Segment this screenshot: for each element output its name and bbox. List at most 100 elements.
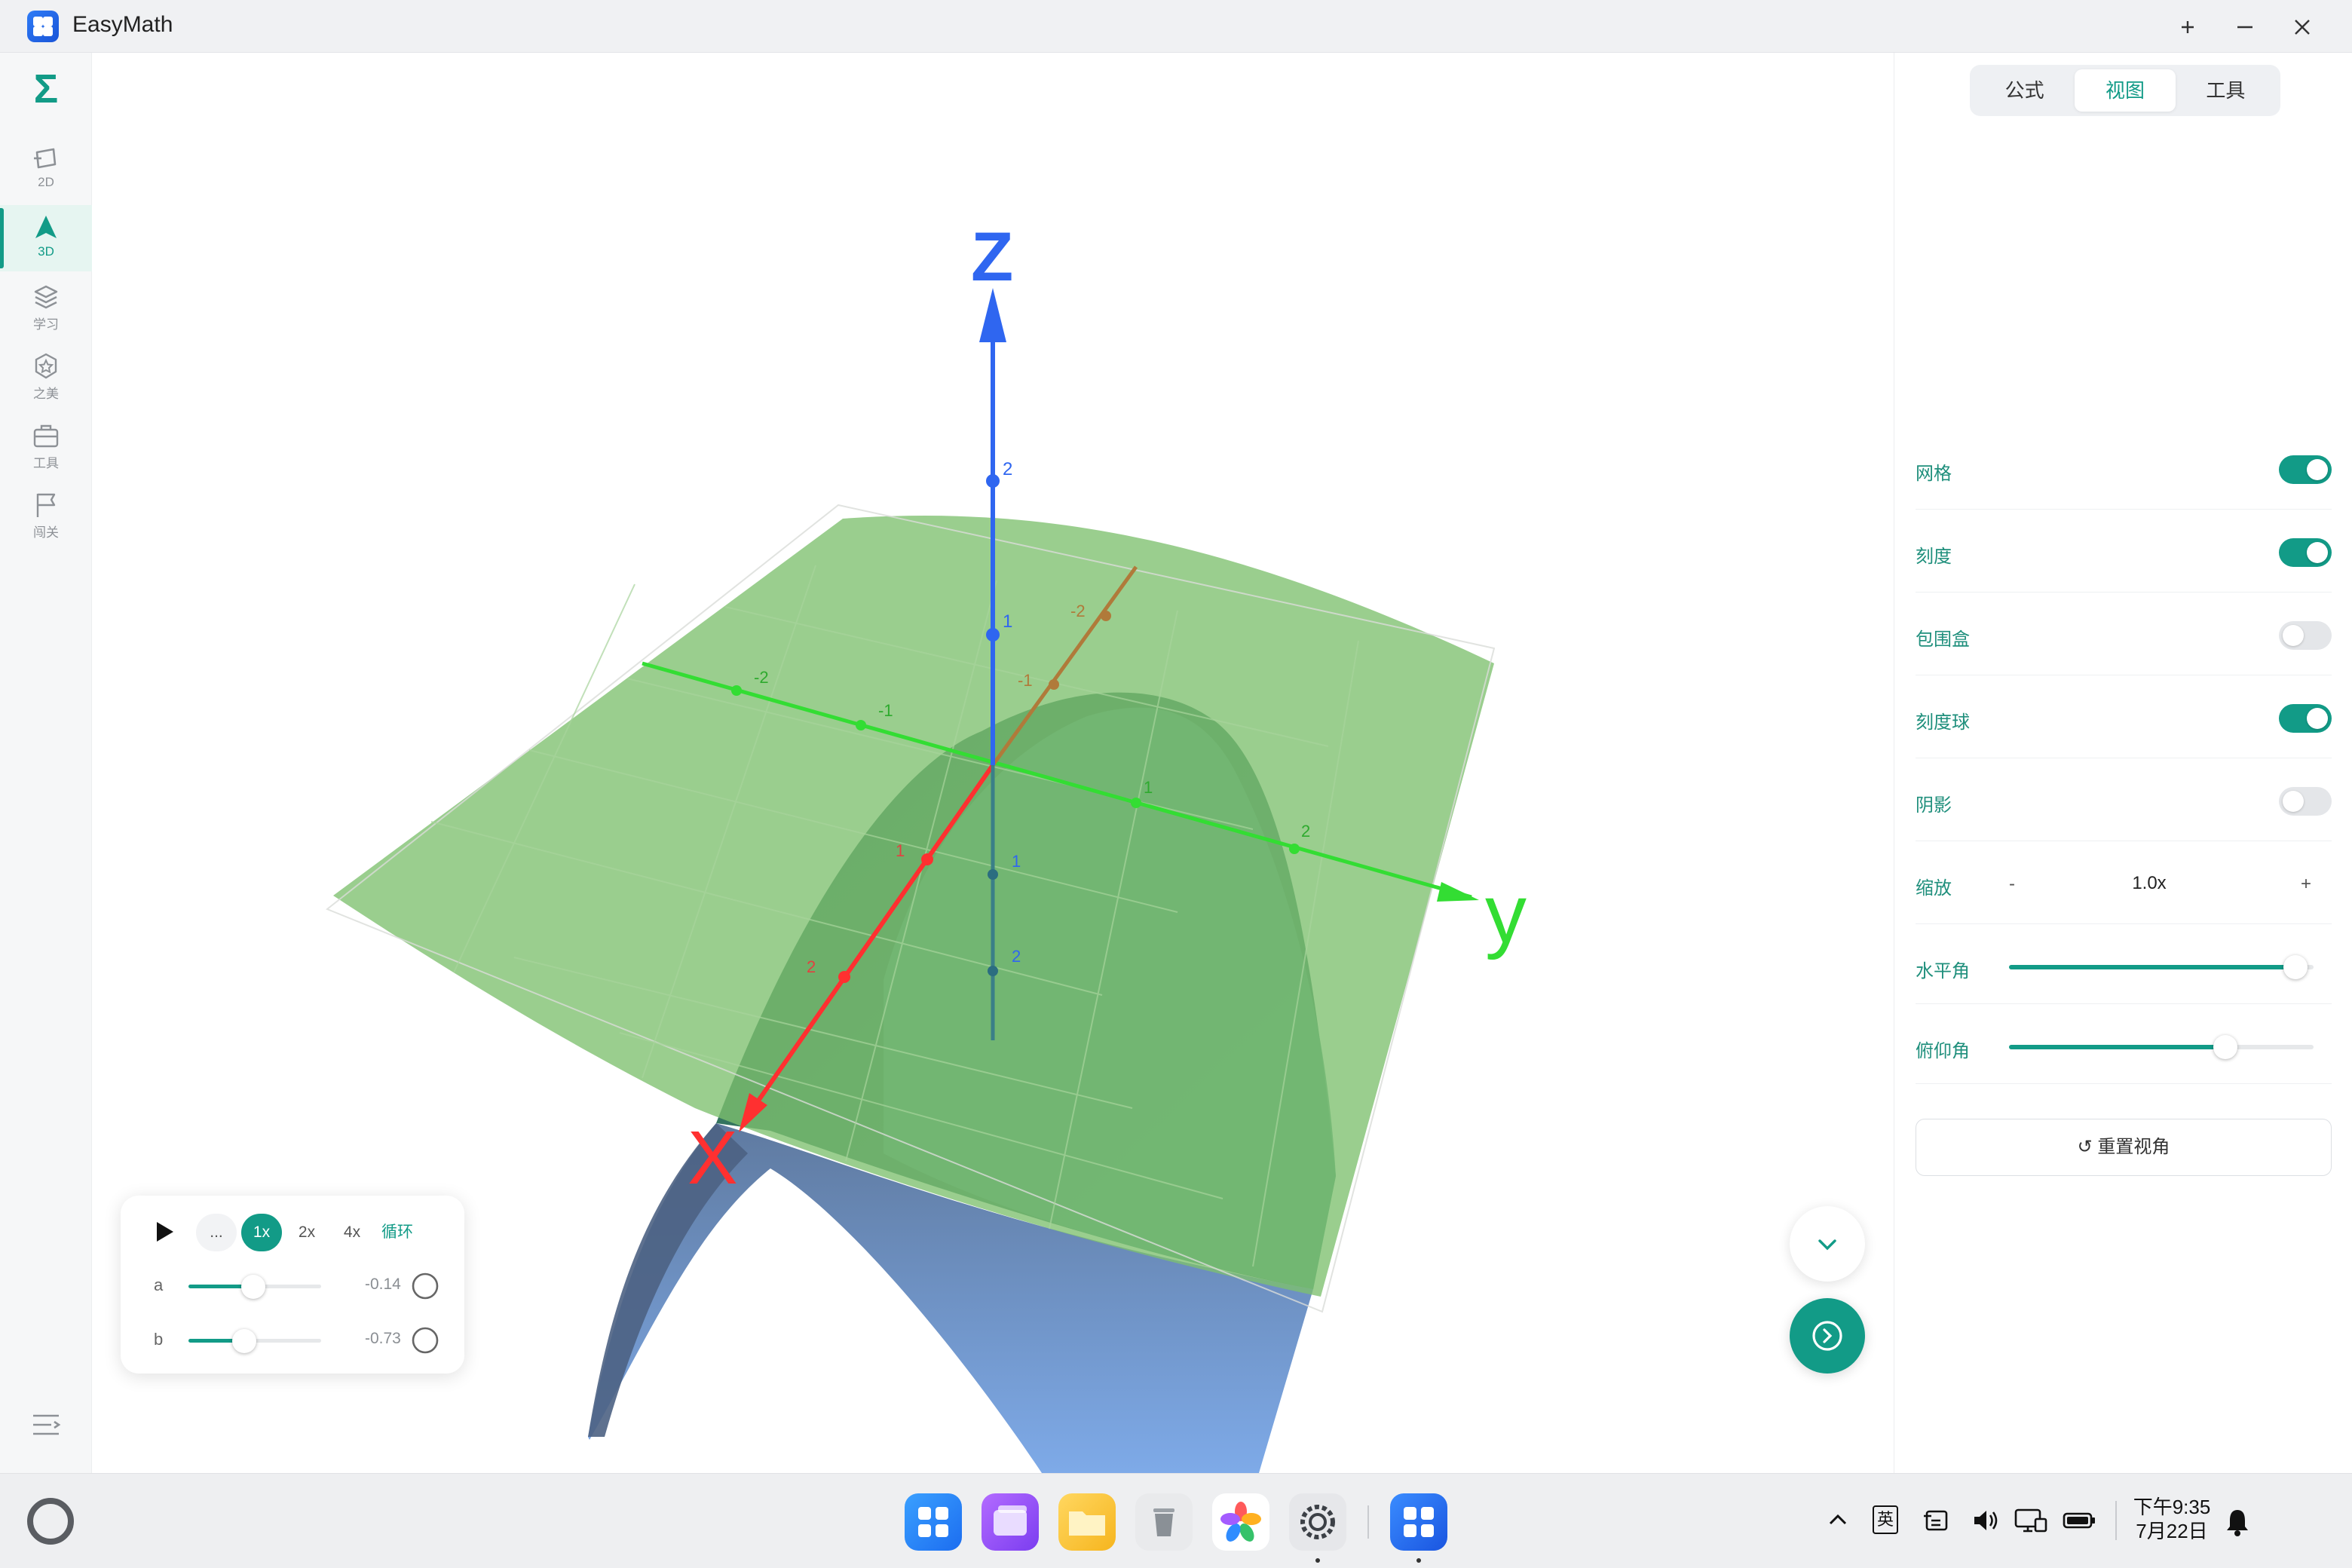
dock-files[interactable] — [1058, 1493, 1116, 1551]
speed-option-2x[interactable]: 2x — [286, 1214, 327, 1251]
rail-item-learn[interactable]: 学习 — [0, 274, 92, 341]
battery-icon — [2063, 1512, 2095, 1529]
param-value: -0.14 — [365, 1276, 401, 1293]
y-tick-label: 2 — [1301, 822, 1310, 841]
z-tick-label: 2 — [1003, 459, 1012, 479]
setting-row-grid: 网格 — [1916, 427, 2332, 510]
setting-row-ticks: 刻度 — [1916, 510, 2332, 593]
slider-thumb[interactable] — [231, 1329, 256, 1353]
clock-date: 7月22日 — [2136, 1520, 2208, 1542]
panel-tabs: 公式 视图 工具 — [1970, 65, 2280, 116]
bell-icon — [2227, 1510, 2248, 1536]
easymath-app-icon — [27, 11, 59, 42]
tick-balls-toggle[interactable] — [2279, 704, 2332, 733]
speed-option-1x[interactable]: 1x — [241, 1214, 282, 1251]
speed-option-4x[interactable]: 4x — [332, 1214, 372, 1251]
y-tick-label: 1 — [1144, 778, 1153, 797]
close-icon — [2295, 20, 2310, 35]
rail-item-label: 闯关 — [33, 525, 59, 540]
app-grid-icon — [918, 1507, 948, 1537]
dock-multitask[interactable] — [982, 1493, 1039, 1551]
x-tick-label: -1 — [1018, 671, 1033, 690]
play-icon — [157, 1222, 173, 1242]
setting-label: 网格 — [1916, 464, 1952, 484]
z-axis-arrow — [979, 288, 1006, 342]
rail-item-2d[interactable]: 2D — [0, 136, 92, 202]
x-axis-label: X — [688, 1116, 738, 1200]
param-b-slider[interactable] — [188, 1329, 321, 1353]
shadow-toggle[interactable] — [2279, 787, 2332, 816]
y-tick-label: -1 — [878, 701, 893, 720]
zoom-out-button[interactable]: - — [1998, 867, 2026, 902]
toolbox-icon — [33, 424, 59, 448]
param-name: b — [154, 1330, 164, 1349]
x-tick-label: -2 — [1070, 602, 1086, 620]
zoom-in-button[interactable]: + — [2292, 867, 2320, 902]
rail-item-challenge[interactable]: 闯关 — [0, 482, 92, 549]
clipboard-button[interactable] — [1921, 1507, 1951, 1539]
rail-item-label: 学习 — [33, 317, 59, 332]
param-a-slider[interactable] — [188, 1275, 321, 1299]
star-badge-icon — [35, 353, 57, 379]
clock[interactable]: 下午9:35 7月22日 — [2130, 1495, 2213, 1543]
play-button[interactable] — [151, 1218, 178, 1245]
slider-thumb[interactable] — [2213, 1035, 2237, 1059]
running-indicator — [1315, 1558, 1320, 1563]
speed-selector: ... 1x 2x 4x 循环 — [196, 1214, 413, 1251]
tab-tools[interactable]: 工具 — [2176, 69, 2276, 112]
speed-option-more[interactable]: ... — [196, 1214, 237, 1251]
rail-item-3d[interactable]: 3D — [0, 205, 92, 271]
rail-item-beauty[interactable]: 之美 — [0, 344, 92, 410]
grid-toggle[interactable] — [2279, 455, 2332, 484]
slider-thumb[interactable] — [241, 1275, 266, 1299]
z-tick-label: 1 — [1012, 852, 1021, 871]
circle-chevron-right-icon — [1812, 1321, 1842, 1351]
z-axis-label: Z — [971, 219, 1013, 296]
horizontal-angle-slider[interactable] — [2009, 955, 2314, 979]
dock-trash[interactable] — [1135, 1493, 1193, 1551]
rail-item-label: 之美 — [33, 387, 59, 401]
flag-icon — [36, 493, 56, 517]
x-tick-label: 1 — [896, 841, 905, 860]
param-b-animate-toggle[interactable] — [410, 1325, 440, 1355]
setting-label: 阴影 — [1916, 795, 1952, 816]
battery-indicator[interactable] — [2061, 1507, 2097, 1539]
rail-item-tools[interactable]: 工具 — [0, 413, 92, 479]
dock-easymath[interactable] — [1390, 1493, 1447, 1551]
minimize-button[interactable] — [2228, 11, 2262, 44]
reset-view-button[interactable]: ↺ 重置视角 — [1916, 1119, 2332, 1176]
param-a-animate-toggle[interactable] — [410, 1271, 440, 1301]
setting-label: 刻度球 — [1916, 712, 1970, 733]
loop-toggle[interactable]: 循环 — [381, 1214, 413, 1251]
tray-expand-button[interactable] — [1824, 1507, 1851, 1539]
ime-indicator[interactable]: 英 — [1873, 1505, 1898, 1534]
notification-button[interactable] — [2224, 1507, 2251, 1542]
setting-row-shadow: 阴影 — [1916, 758, 2332, 841]
pitch-angle-slider[interactable] — [2009, 1035, 2314, 1059]
bounding-box-toggle[interactable] — [2279, 621, 2332, 650]
tab-view[interactable]: 视图 — [2075, 69, 2176, 112]
gear-icon — [1300, 1505, 1335, 1539]
next-step-button[interactable] — [1790, 1298, 1865, 1374]
dock-settings[interactable] — [1289, 1493, 1346, 1551]
expand-down-button[interactable] — [1790, 1206, 1865, 1282]
y-tick-label: -2 — [754, 668, 769, 687]
volume-button[interactable] — [1971, 1507, 2001, 1539]
dock-app-launcher[interactable] — [905, 1493, 962, 1551]
window-title: EasyMath — [72, 12, 173, 37]
close-button[interactable] — [2286, 11, 2319, 44]
dock-photos[interactable] — [1212, 1493, 1269, 1551]
surface-plane — [333, 516, 1494, 1297]
dock-divider — [1367, 1505, 1369, 1539]
easymath-app-icon — [1404, 1507, 1434, 1537]
ticks-toggle[interactable] — [2279, 538, 2332, 567]
setting-label: 包围盒 — [1916, 629, 1970, 650]
tab-formula[interactable]: 公式 — [1974, 69, 2075, 112]
start-button[interactable] — [27, 1498, 74, 1545]
restore-window-button[interactable] — [2171, 11, 2204, 44]
3d-canvas[interactable]: -2 -1 1 2 y 1 2 -1 -2 X 2 1 1 2 Z ... 1x… — [92, 53, 1894, 1473]
rail-item-label: 2D — [38, 175, 54, 189]
collapse-rail-button[interactable] — [29, 1410, 63, 1444]
display-button[interactable] — [2013, 1507, 2049, 1539]
slider-thumb[interactable] — [2283, 955, 2308, 979]
